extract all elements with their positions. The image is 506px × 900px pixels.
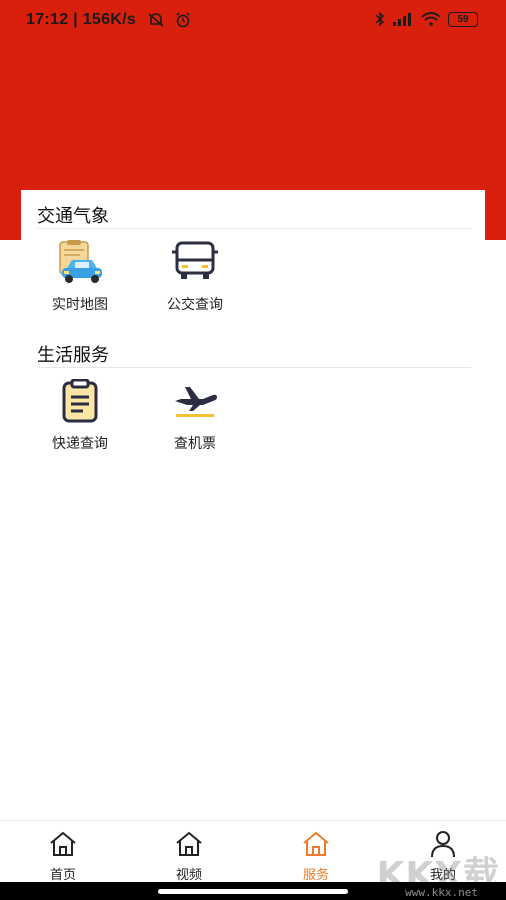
tab-services[interactable]: 服务 <box>253 821 379 883</box>
battery-indicator: 59 <box>448 11 478 27</box>
bluetooth-icon <box>375 11 385 27</box>
status-time: 17:12 <box>26 11 69 28</box>
tab-label: 服务 <box>302 868 329 883</box>
bus-icon <box>172 241 218 279</box>
airplane-icon <box>175 387 217 417</box>
clipboard-icon <box>62 378 98 423</box>
status-bar: 17:12 | 156K/s 59 <box>0 0 506 42</box>
home-icon <box>176 831 202 856</box>
status-left: 17:12 | 156K/s <box>26 11 192 29</box>
mute-bell-icon <box>148 13 164 27</box>
tile-bus-query[interactable]: 公交查询 <box>140 240 250 314</box>
status-speed: 156K/s <box>82 11 137 28</box>
tile-realtime-map[interactable]: 实时地图 <box>25 240 135 314</box>
alarm-icon <box>176 12 190 28</box>
tile-flight-tickets[interactable]: 查机票 <box>140 379 250 453</box>
section-divider <box>37 367 471 368</box>
wifi-icon <box>421 12 441 26</box>
tab-home[interactable]: 首页 <box>0 821 126 883</box>
map-car-icon <box>59 240 102 283</box>
home-icon <box>50 831 76 856</box>
tab-label: 视频 <box>175 868 202 883</box>
signal-icon <box>393 13 411 26</box>
tile-label: 公交查询 <box>167 297 223 313</box>
tab-video[interactable]: 视频 <box>126 821 252 883</box>
section-title-traffic: 交通气象 <box>37 206 109 227</box>
service-card: 交通气象 实时地图 公交查询 生活服务 快递查询 查机票 <box>21 190 485 830</box>
tile-label: 查机票 <box>174 436 216 452</box>
section-divider <box>37 228 471 229</box>
tile-label: 实时地图 <box>52 297 108 313</box>
home-icon <box>303 831 329 856</box>
watermark-url: www.kkx.net <box>405 886 478 899</box>
tile-express-query[interactable]: 快递查询 <box>25 378 135 453</box>
tab-label: 首页 <box>49 868 76 883</box>
section-title-life: 生活服务 <box>37 345 109 366</box>
status-right: 59 <box>375 11 478 27</box>
home-indicator[interactable] <box>158 889 348 894</box>
tile-label: 快递查询 <box>52 436 108 452</box>
